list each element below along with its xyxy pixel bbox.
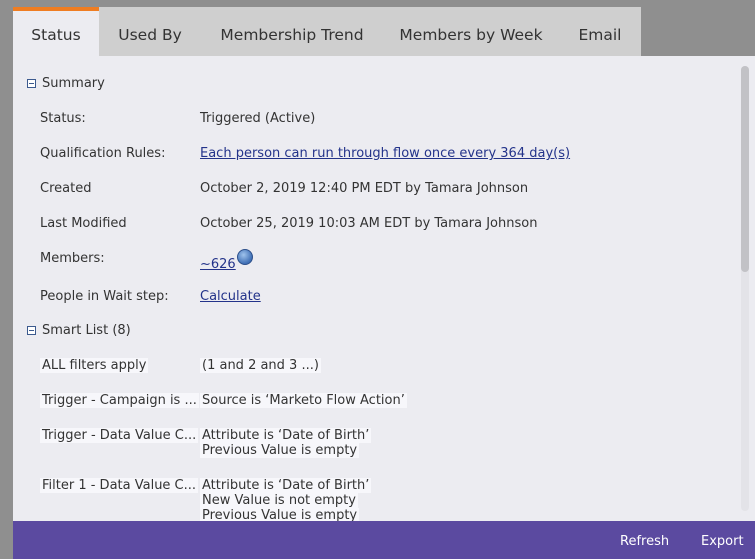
action-bar: Refresh Export (13, 521, 755, 559)
smart-list-row-label[interactable]: Filter 1 - Data Value C... (40, 478, 199, 493)
last-modified-label: Last Modified (40, 216, 127, 231)
collapse-icon[interactable] (27, 79, 36, 88)
vertical-scrollbar[interactable] (741, 66, 749, 511)
collapse-icon[interactable] (27, 326, 36, 335)
members-count-link[interactable]: ~626 (200, 257, 236, 272)
created-label: Created (40, 181, 92, 196)
export-button[interactable]: Export (701, 534, 744, 549)
filter-logic-label: ALL filters apply (40, 358, 149, 373)
smart-list-row-value: Source is ‘Marketo Flow Action’ (200, 393, 407, 408)
tab-status[interactable]: Status (13, 7, 99, 56)
status-value: Triggered (Active) (200, 111, 316, 126)
smart-list-row-value: Attribute is ‘Date of Birth’ (200, 428, 372, 443)
qualification-rules-link[interactable]: Each person can run through flow once ev… (200, 146, 570, 161)
smart-list-row-value: Previous Value is empty (200, 508, 360, 521)
tab-email[interactable]: Email (559, 7, 641, 56)
tab-members-by-week[interactable]: Members by Week (383, 7, 559, 56)
status-label: Status: (40, 111, 86, 126)
summary-section-header[interactable]: Summary (27, 76, 105, 91)
smart-list-row-value: New Value is not empty (200, 493, 358, 508)
last-modified-value: October 25, 2019 10:03 AM EDT by Tamara … (200, 216, 538, 231)
members-label: Members: (40, 251, 105, 266)
smart-list-row-label[interactable]: Trigger - Campaign is ... (40, 393, 199, 408)
members-list-icon[interactable] (236, 249, 253, 265)
tab-bar: Status Used By Membership Trend Members … (13, 7, 641, 56)
scrollbar-thumb[interactable] (741, 66, 749, 272)
qualification-rules-label: Qualification Rules: (40, 146, 166, 161)
smart-list-row-label[interactable]: Trigger - Data Value C... (40, 428, 199, 443)
members-value: ~626 (200, 249, 253, 272)
smart-list-title: Smart List (8) (42, 323, 131, 338)
calculate-link[interactable]: Calculate (200, 289, 261, 304)
refresh-button[interactable]: Refresh (620, 534, 669, 549)
filter-logic-value: (1 and 2 and 3 ...) (200, 358, 321, 373)
smart-list-row-value: Attribute is ‘Date of Birth’ (200, 478, 372, 493)
created-value: October 2, 2019 12:40 PM EDT by Tamara J… (200, 181, 529, 196)
summary-title: Summary (42, 76, 105, 91)
status-panel: Summary Status: Triggered (Active) Quali… (13, 56, 755, 521)
smart-list-row-value: Previous Value is empty (200, 443, 360, 458)
tab-used-by[interactable]: Used By (99, 7, 201, 56)
smart-list-section-header[interactable]: Smart List (8) (27, 323, 131, 338)
wait-step-label: People in Wait step: (40, 289, 169, 304)
tab-membership-trend[interactable]: Membership Trend (201, 7, 383, 56)
